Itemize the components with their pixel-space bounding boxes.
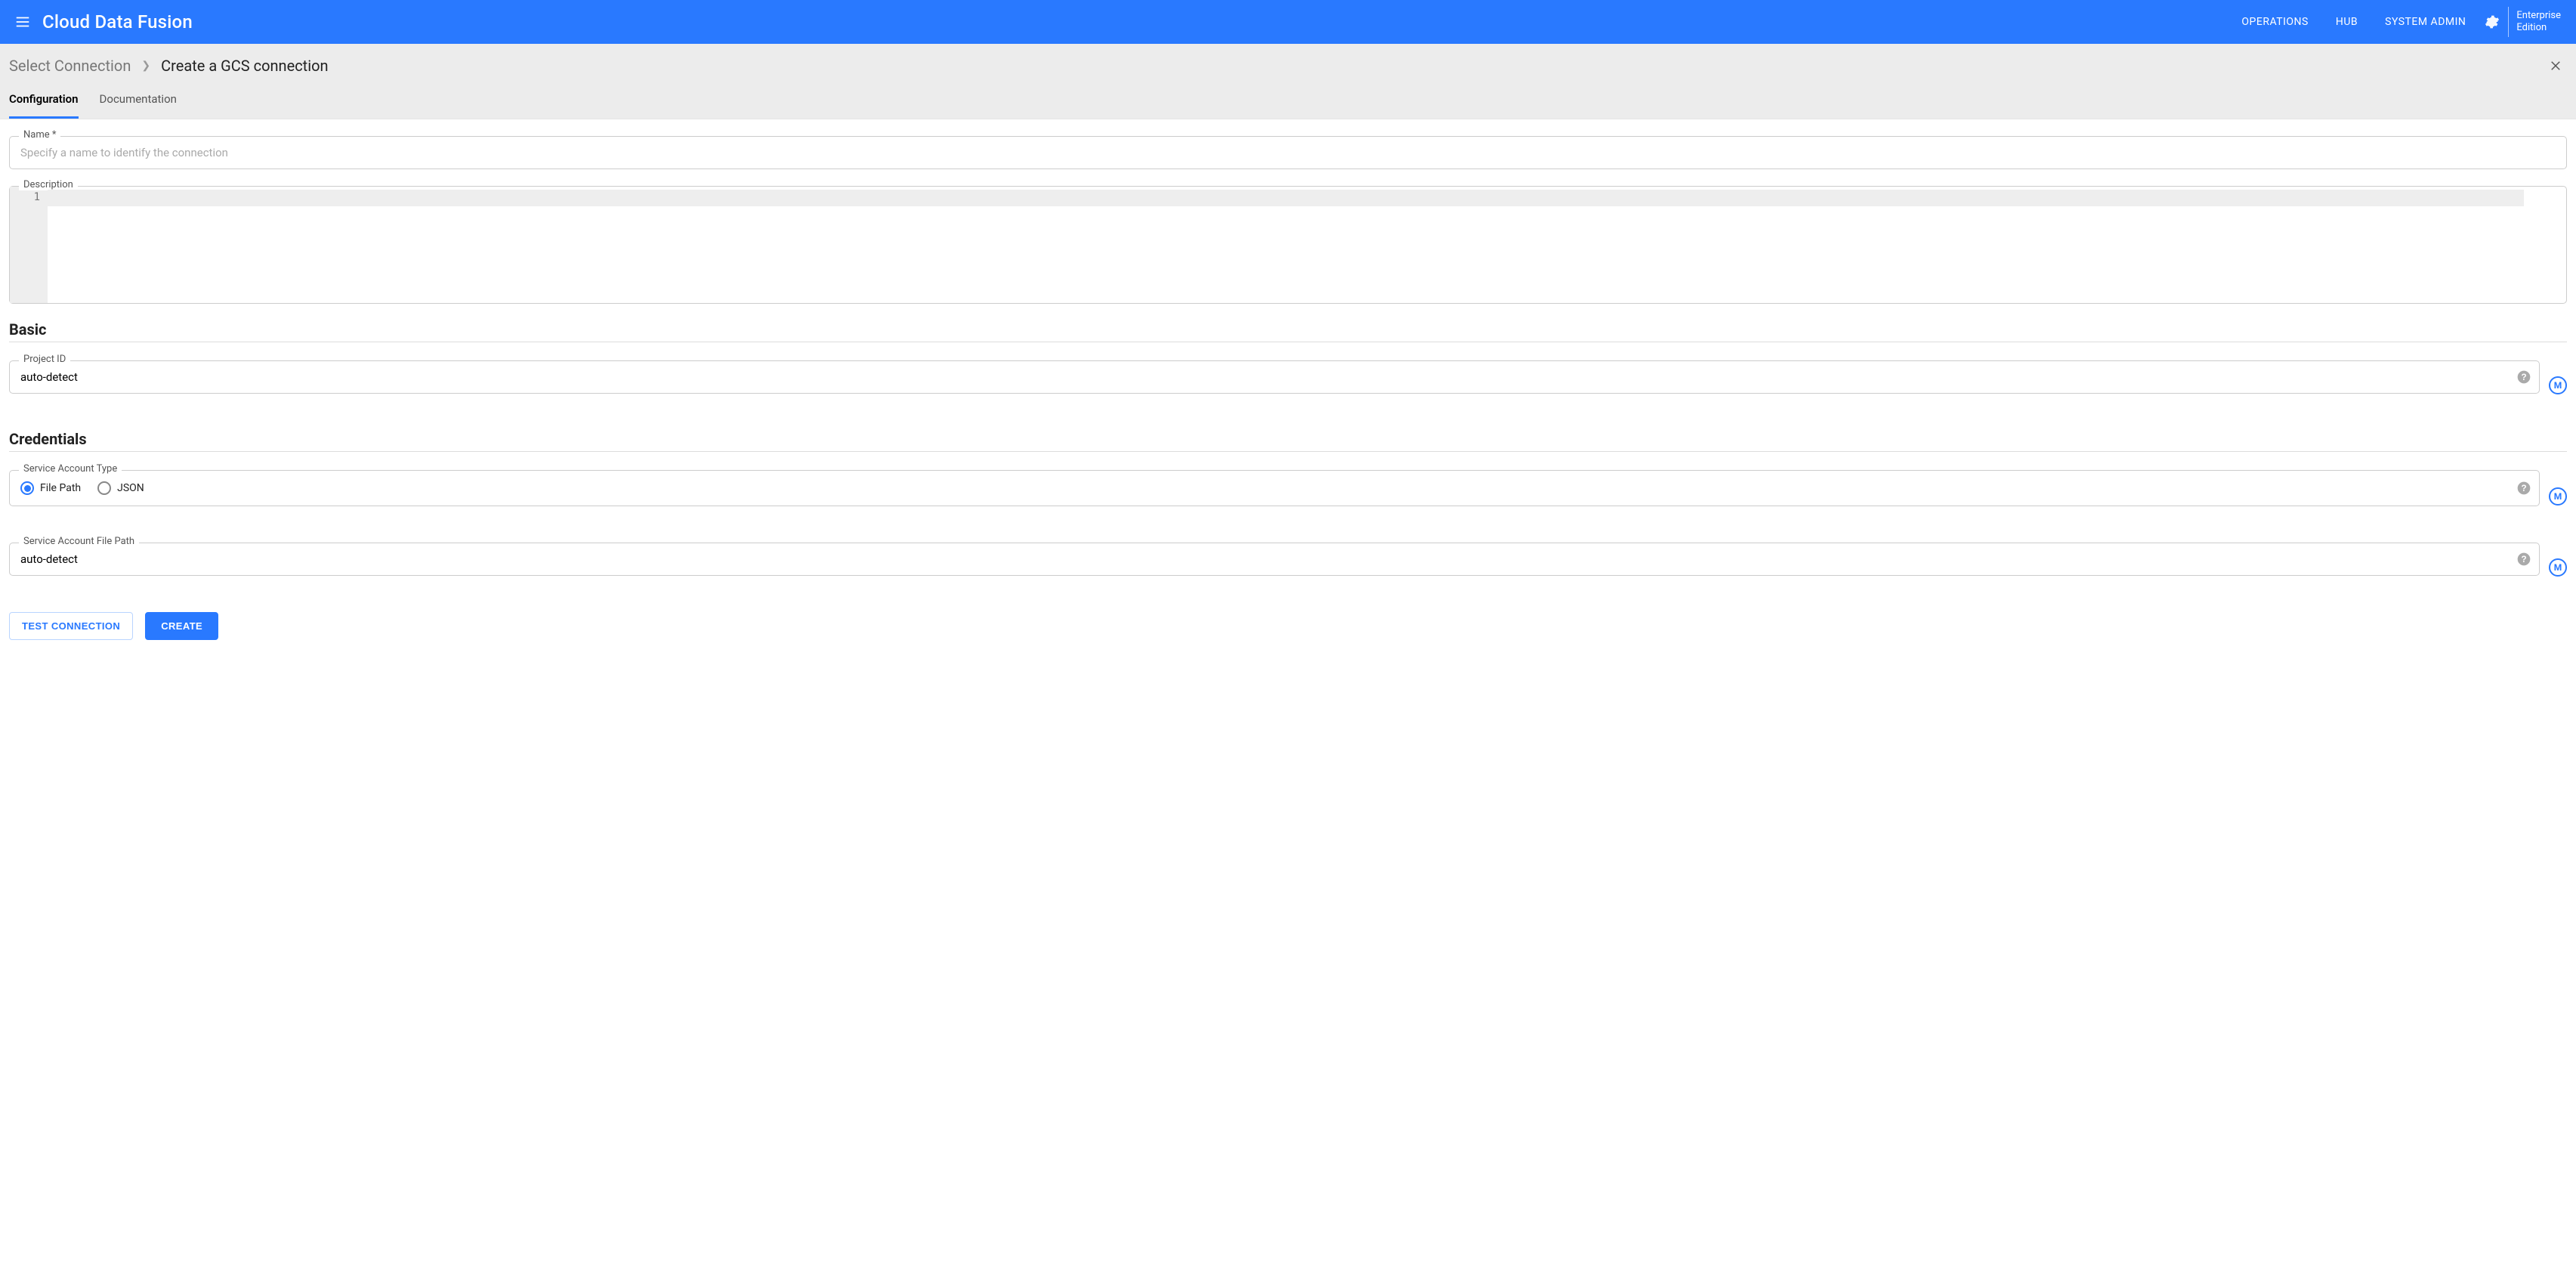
radio-json-label: JSON — [117, 482, 144, 494]
settings-icon[interactable] — [2479, 9, 2505, 35]
nav-system-admin[interactable]: SYSTEM ADMIN — [2371, 16, 2479, 28]
sa-type-label: Service Account Type — [19, 463, 122, 475]
breadcrumb-current: Create a GCS connection — [161, 57, 328, 75]
divider — [9, 451, 2567, 452]
macro-badge[interactable]: M — [2549, 487, 2567, 506]
project-id-fieldset: Project ID ? — [9, 360, 2540, 394]
radio-icon — [20, 481, 34, 495]
project-id-input[interactable] — [10, 361, 2539, 393]
edition-line2: Edition — [2516, 22, 2561, 34]
gutter-line-1: 1 — [34, 191, 40, 203]
breadcrumb-back[interactable]: Select Connection — [9, 57, 131, 75]
help-icon[interactable]: ? — [2516, 552, 2531, 567]
sa-type-fieldset: Service Account Type File Path JSON ? — [9, 470, 2540, 506]
editor-gutter: 1 — [10, 187, 48, 303]
chevron-right-icon: ❯ — [141, 60, 150, 72]
name-input[interactable] — [10, 137, 2566, 169]
form-body: Name Description 1 Basic Project ID ? M … — [0, 119, 2576, 663]
tab-configuration[interactable]: Configuration — [9, 85, 79, 119]
radio-icon — [97, 481, 111, 495]
edition-label: Enterprise Edition — [2516, 10, 2568, 35]
svg-text:?: ? — [2521, 373, 2526, 382]
svg-text:?: ? — [2521, 484, 2526, 493]
project-id-label: Project ID — [19, 354, 70, 365]
svg-text:?: ? — [2521, 555, 2526, 564]
name-fieldset: Name — [9, 136, 2567, 169]
brand-title: Cloud Data Fusion — [42, 11, 193, 32]
edition-line1: Enterprise — [2516, 10, 2561, 22]
sa-filepath-row: Service Account File Path ? M — [9, 543, 2567, 592]
menu-icon[interactable] — [8, 7, 38, 37]
sa-type-row: Service Account Type File Path JSON ? M — [9, 470, 2567, 523]
action-row: TEST CONNECTION CREATE — [9, 612, 2567, 640]
radio-json[interactable]: JSON — [97, 481, 144, 495]
tab-bar: Configuration Documentation — [0, 85, 2576, 119]
breadcrumb: Select Connection ❯ Create a GCS connect… — [0, 44, 2576, 85]
help-icon[interactable]: ? — [2516, 481, 2531, 496]
tab-documentation[interactable]: Documentation — [100, 85, 177, 119]
name-label: Name — [19, 129, 60, 141]
top-header: Cloud Data Fusion OPERATIONS HUB SYSTEM … — [0, 0, 2576, 44]
nav-hub[interactable]: HUB — [2322, 16, 2371, 28]
sa-filepath-input[interactable] — [10, 543, 2539, 575]
macro-badge[interactable]: M — [2549, 376, 2567, 394]
test-connection-button[interactable]: TEST CONNECTION — [9, 612, 133, 640]
subheader: Select Connection ❯ Create a GCS connect… — [0, 44, 2576, 119]
description-input[interactable] — [48, 187, 2566, 303]
radio-filepath-label: File Path — [40, 482, 81, 494]
sa-filepath-label: Service Account File Path — [19, 536, 139, 547]
sa-filepath-fieldset: Service Account File Path ? — [9, 543, 2540, 576]
create-button[interactable]: CREATE — [145, 612, 218, 640]
radio-filepath[interactable]: File Path — [20, 481, 81, 495]
header-divider — [2508, 7, 2509, 37]
description-fieldset: Description 1 — [9, 186, 2567, 304]
help-icon[interactable]: ? — [2516, 369, 2531, 385]
project-id-row: Project ID ? M — [9, 360, 2567, 410]
macro-badge[interactable]: M — [2549, 558, 2567, 577]
nav-operations[interactable]: OPERATIONS — [2228, 16, 2321, 28]
section-basic: Basic — [9, 320, 2567, 339]
close-icon[interactable] — [2544, 54, 2567, 77]
section-credentials: Credentials — [9, 430, 2567, 448]
